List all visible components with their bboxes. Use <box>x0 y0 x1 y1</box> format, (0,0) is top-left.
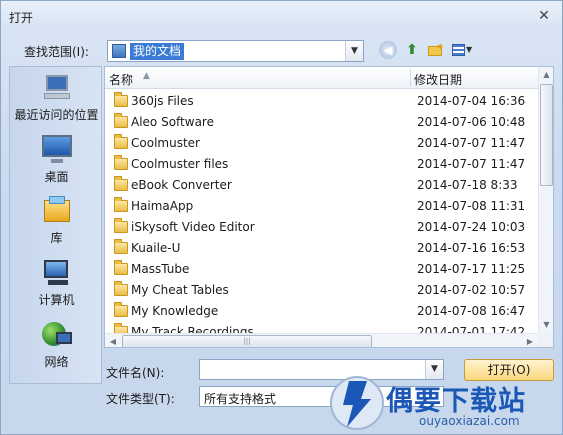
chevron-down-icon[interactable]: ▼ <box>425 360 443 379</box>
file-list[interactable]: 名称 ▲ 修改日期 360js Files 2014-07-04 16:36 Al… <box>104 66 554 348</box>
folder-icon <box>114 113 128 128</box>
file-name-label: 文件名(N): <box>106 366 165 380</box>
up-folder-icon[interactable]: ⬆ <box>403 41 421 59</box>
file-modified: 2014-07-04 16:36 <box>417 94 526 108</box>
close-icon[interactable]: ✕ <box>535 7 553 25</box>
folder-icon <box>114 197 128 212</box>
place-network[interactable]: 网络 <box>10 320 103 370</box>
file-type-value: 所有支持格式 <box>204 392 277 406</box>
horizontal-scrollbar[interactable]: ◀ ||| ▶ <box>105 333 538 347</box>
scroll-right-icon[interactable]: ▶ <box>522 334 538 347</box>
place-label: 最近访问的位置 <box>14 108 99 122</box>
file-name: MassTube <box>131 262 190 276</box>
look-in-value: 我的文档 <box>130 43 185 60</box>
table-row[interactable]: 360js Files 2014-07-04 16:36 <box>105 91 538 112</box>
table-row[interactable]: My Knowledge 2014-07-08 16:47 <box>105 301 538 322</box>
folder-icon <box>114 260 128 275</box>
column-header-row: 名称 ▲ 修改日期 <box>105 67 538 89</box>
table-row[interactable]: Coolmuster files 2014-07-07 11:47 <box>105 154 538 175</box>
place-desktop[interactable]: 桌面 <box>10 135 103 185</box>
folder-icon <box>114 302 128 317</box>
file-name: iSkysoft Video Editor <box>131 220 255 234</box>
watermark-logo-icon <box>330 376 384 430</box>
file-modified: 2014-07-07 11:47 <box>417 136 526 150</box>
file-modified: 2014-07-02 10:57 <box>417 283 526 297</box>
new-folder-icon[interactable]: ✶ <box>426 41 444 59</box>
folder-icon <box>114 176 128 191</box>
file-rows: 360js Files 2014-07-04 16:36 Aleo Softwar… <box>105 91 538 343</box>
file-modified: 2014-07-08 16:47 <box>417 304 526 318</box>
table-row[interactable]: iSkysoft Video Editor 2014-07-24 10:03 <box>105 217 538 238</box>
file-name: eBook Converter <box>131 178 232 192</box>
place-label: 网络 <box>44 355 69 369</box>
place-recent[interactable]: 最近访问的位置 <box>10 73 103 123</box>
open-file-dialog: 打开 ✕ 查找范围(I): 我的文档 ▼ ◀ ⬆ ✶ ▼ 最近访问的位置 桌面 … <box>0 0 563 435</box>
table-row[interactable]: MassTube 2014-07-17 11:25 <box>105 259 538 280</box>
file-name: Coolmuster files <box>131 157 229 171</box>
table-row[interactable]: Aleo Software 2014-07-06 10:48 <box>105 112 538 133</box>
back-icon[interactable]: ◀ <box>379 41 397 59</box>
place-label: 库 <box>50 231 63 245</box>
file-name-field[interactable]: ▼ <box>199 359 444 380</box>
file-name: Kuaile-U <box>131 241 181 255</box>
place-label: 桌面 <box>44 170 69 184</box>
folder-icon <box>114 239 128 254</box>
file-name: Coolmuster <box>131 136 200 150</box>
file-modified: 2014-07-07 11:47 <box>417 157 526 171</box>
column-divider[interactable] <box>410 69 411 87</box>
libraries-icon <box>40 196 74 226</box>
file-name: HaimaApp <box>131 199 194 213</box>
horizontal-scroll-thumb[interactable]: ||| <box>122 335 372 347</box>
file-name: 360js Files <box>131 94 194 108</box>
table-row[interactable]: My Cheat Tables 2014-07-02 10:57 <box>105 280 538 301</box>
column-name-header[interactable]: 名称 <box>109 71 133 88</box>
file-name: My Knowledge <box>131 304 219 318</box>
desktop-icon <box>40 135 74 165</box>
open-button[interactable]: 打开(O) <box>464 359 554 381</box>
network-icon <box>40 320 74 350</box>
documents-folder-icon <box>112 44 126 58</box>
dialog-title: 打开 <box>9 11 34 25</box>
file-modified: 2014-07-24 10:03 <box>417 220 526 234</box>
places-bar: 最近访问的位置 桌面 库 计算机 网络 <box>9 66 102 384</box>
recent-places-icon <box>40 73 74 103</box>
vertical-scrollbar[interactable]: ▲ ▼ <box>538 67 553 333</box>
table-row[interactable]: Coolmuster 2014-07-07 11:47 <box>105 133 538 154</box>
file-modified: 2014-07-18 8:33 <box>417 178 518 192</box>
scrollbar-corner <box>538 333 553 347</box>
folder-icon <box>114 281 128 296</box>
folder-icon <box>114 134 128 149</box>
table-row[interactable]: eBook Converter 2014-07-18 8:33 <box>105 175 538 196</box>
file-type-label: 文件类型(T): <box>106 392 175 406</box>
scroll-left-icon[interactable]: ◀ <box>105 334 121 347</box>
sort-ascending-icon: ▲ <box>143 71 150 81</box>
title-bar[interactable]: 打开 ✕ <box>1 1 562 31</box>
scroll-down-icon[interactable]: ▼ <box>539 317 553 333</box>
views-menu-icon[interactable]: ▼ <box>450 41 476 59</box>
file-name: Aleo Software <box>131 115 214 129</box>
file-modified: 2014-07-08 11:31 <box>417 199 526 213</box>
look-in-combo[interactable]: 我的文档 ▼ <box>107 40 364 62</box>
table-row[interactable]: HaimaApp 2014-07-08 11:31 <box>105 196 538 217</box>
scroll-up-icon[interactable]: ▲ <box>539 67 553 83</box>
file-name: My Cheat Tables <box>131 283 229 297</box>
file-modified: 2014-07-06 10:48 <box>417 115 526 129</box>
chevron-down-icon[interactable]: ▼ <box>345 41 363 61</box>
vertical-scroll-thumb[interactable] <box>540 84 553 186</box>
look-in-label: 查找范围(I): <box>24 45 89 59</box>
file-modified: 2014-07-17 11:25 <box>417 262 526 276</box>
folder-icon <box>114 218 128 233</box>
watermark-title: 偶要下载站 <box>386 386 526 417</box>
folder-icon <box>114 155 128 170</box>
table-row[interactable]: Kuaile-U 2014-07-16 16:53 <box>105 238 538 259</box>
place-libraries[interactable]: 库 <box>10 196 103 246</box>
watermark-url: ouyaoxiazai.com <box>419 414 520 428</box>
computer-icon <box>40 258 74 288</box>
place-computer[interactable]: 计算机 <box>10 258 103 308</box>
file-modified: 2014-07-16 16:53 <box>417 241 526 255</box>
column-modified-header[interactable]: 修改日期 <box>414 71 462 88</box>
folder-icon <box>114 92 128 107</box>
place-label: 计算机 <box>38 293 75 307</box>
